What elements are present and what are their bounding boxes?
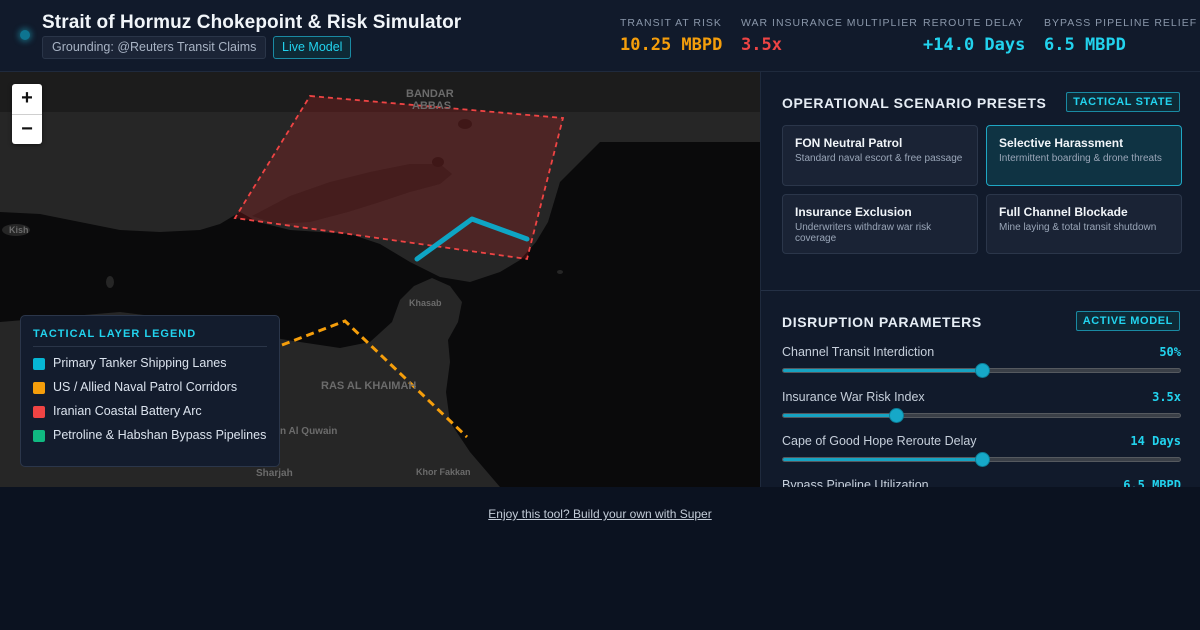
slider-insurance-war-risk: Insurance War Risk Index 3.5x: [782, 390, 1181, 423]
island-small-4: [557, 270, 563, 274]
preset-card-fon-neutral-patrol[interactable]: FON Neutral Patrol Standard naval escort…: [782, 125, 978, 186]
slider-label: Insurance War Risk Index: [782, 390, 925, 404]
zoom-out-button[interactable]: −: [12, 114, 42, 144]
control-panel: OPERATIONAL SCENARIO PRESETS TACTICAL ST…: [760, 72, 1200, 487]
metric-value: 6.5 MBPD: [1044, 35, 1126, 55]
preset-card-desc: Standard naval escort & free passage: [795, 153, 963, 164]
legend-swatch: [33, 430, 45, 442]
metric-value: 10.25 MBPD: [620, 35, 723, 55]
legend-item-bypass-pipelines: Petroline & Habshan Bypass Pipelines: [33, 428, 267, 443]
grounding-badge: Grounding: @Reuters Transit Claims: [42, 36, 267, 59]
active-model-tag: ACTIVE MODEL: [1075, 311, 1180, 331]
slider-track[interactable]: [782, 363, 1181, 378]
metric-reroute-delay: REROUTE DELAY +14.0 Days: [923, 17, 1025, 55]
preset-card-desc: Intermittent boarding & drone threats: [999, 153, 1162, 164]
legend-swatch: [33, 358, 45, 370]
place-label-bandar: BANDAR: [406, 88, 454, 100]
place-label-umm-al-quwain: n Al Quwain: [280, 426, 338, 437]
parameters-title: DISRUPTION PARAMETERS: [782, 314, 982, 330]
slider-value: 14 Days: [1130, 434, 1181, 448]
presets-title: OPERATIONAL SCENARIO PRESETS: [782, 95, 1047, 111]
preset-card-selective-harassment[interactable]: Selective Harassment Intermittent boardi…: [986, 125, 1182, 186]
slider-fill: [783, 458, 982, 461]
page-footer: Enjoy this tool? Build your own with Sup…: [0, 487, 1200, 630]
zoom-in-button[interactable]: +: [12, 84, 42, 114]
slider-fill: [783, 369, 982, 372]
zoom-control: + −: [12, 84, 42, 144]
legend-label: Primary Tanker Shipping Lanes: [53, 356, 227, 370]
slider-value: 50%: [1159, 345, 1181, 359]
section-divider: [761, 290, 1200, 291]
slider-bypass-pipeline-utilization: Bypass Pipeline Utilization 6.5 MBPD: [782, 478, 1181, 487]
tactical-state-tag: TACTICAL STATE: [1066, 92, 1180, 112]
slider-track[interactable]: [782, 408, 1181, 423]
preset-card-title: FON Neutral Patrol: [795, 136, 903, 150]
preset-card-desc: Underwriters withdraw war risk coverage: [795, 222, 932, 244]
place-label-ras-al-khaimah: RAS AL KHAIMAH: [321, 380, 417, 392]
legend-item-coastal-battery: Iranian Coastal Battery Arc: [33, 404, 267, 419]
metric-label: TRANSIT AT RISK: [620, 17, 722, 29]
slider-value: 3.5x: [1152, 390, 1181, 404]
preset-card-full-channel-blockade[interactable]: Full Channel Blockade Mine laying & tota…: [986, 194, 1182, 254]
place-label-khor-fakkan: Khor Fakkan: [416, 467, 471, 477]
place-label-sharjah: Sharjah: [256, 468, 293, 479]
slider-fill: [783, 414, 897, 417]
metric-label: WAR INSURANCE MULTIPLIER: [741, 17, 918, 29]
metric-label: BYPASS PIPELINE RELIEF: [1044, 17, 1198, 29]
live-model-badge[interactable]: Live Model: [273, 36, 352, 59]
slider-value: 6.5 MBPD: [1123, 478, 1181, 487]
place-label-kish: Kish: [9, 225, 29, 235]
legend-swatch: [33, 406, 45, 418]
slider-label: Bypass Pipeline Utilization: [782, 478, 929, 487]
page-title: Strait of Hormuz Chokepoint & Risk Simul…: [42, 12, 462, 33]
preset-card-desc: Mine laying & total transit shutdown: [999, 222, 1157, 233]
legend-label: Iranian Coastal Battery Arc: [53, 404, 202, 418]
preset-card-title: Insurance Exclusion: [795, 205, 912, 219]
legend-label: Petroline & Habshan Bypass Pipelines: [53, 428, 267, 442]
metric-bypass-relief: BYPASS PIPELINE RELIEF 6.5 MBPD: [1044, 17, 1197, 55]
legend-swatch: [33, 382, 45, 394]
status-indicator-icon: [20, 30, 30, 40]
map-legend: TACTICAL LAYER LEGEND Primary Tanker Shi…: [20, 315, 280, 467]
metric-value: +14.0 Days: [923, 35, 1026, 55]
slider-reroute-delay: Cape of Good Hope Reroute Delay 14 Days: [782, 434, 1181, 467]
metric-value: 3.5x: [741, 35, 782, 55]
slider-label: Channel Transit Interdiction: [782, 345, 935, 359]
legend-item-naval-patrol: US / Allied Naval Patrol Corridors: [33, 380, 267, 395]
slider-thumb[interactable]: [889, 408, 905, 423]
legend-item-tanker-lanes: Primary Tanker Shipping Lanes: [33, 356, 267, 371]
app-header: Strait of Hormuz Chokepoint & Risk Simul…: [0, 0, 1200, 72]
slider-label: Cape of Good Hope Reroute Delay: [782, 434, 977, 448]
place-label-abbas: ABBAS: [412, 100, 452, 112]
slider-track[interactable]: [782, 452, 1181, 467]
legend-title: TACTICAL LAYER LEGEND: [33, 328, 267, 347]
preset-card-insurance-exclusion[interactable]: Insurance Exclusion Underwriters withdra…: [782, 194, 978, 254]
preset-card-title: Selective Harassment: [999, 136, 1124, 150]
metric-war-insurance: WAR INSURANCE MULTIPLIER 3.5x: [741, 17, 918, 55]
slider-channel-transit-interdiction: Channel Transit Interdiction 50%: [782, 345, 1181, 378]
build-your-own-link[interactable]: Enjoy this tool? Build your own with Sup…: [0, 507, 1200, 521]
strait-map[interactable]: + − BANDAR ABBAS Kish Khasab RAS AL KHAI…: [0, 72, 760, 487]
slider-thumb[interactable]: [974, 363, 990, 378]
island-small-1: [106, 276, 114, 288]
legend-label: US / Allied Naval Patrol Corridors: [53, 380, 238, 394]
metric-transit-at-risk: TRANSIT AT RISK 10.25 MBPD: [620, 17, 722, 55]
slider-thumb[interactable]: [974, 452, 990, 467]
place-label-khasab: Khasab: [409, 298, 442, 308]
preset-card-title: Full Channel Blockade: [999, 205, 1128, 219]
metric-label: REROUTE DELAY: [923, 17, 1024, 29]
